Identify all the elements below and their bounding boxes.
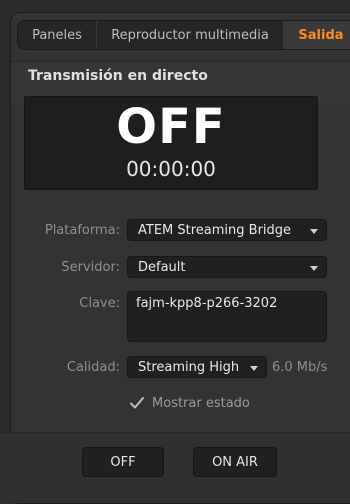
stream-key-value: fajm-kpp8-p266-3202: [136, 296, 278, 311]
section-title: Transmisión en directo: [28, 68, 208, 84]
on-air-button-label: ON AIR: [212, 454, 258, 470]
quality-label: Calidad:: [66, 360, 120, 375]
chevron-down-icon: [310, 266, 318, 271]
key-label: Clave:: [79, 296, 120, 311]
platform-value: ATEM Streaming Bridge: [138, 222, 292, 238]
stream-key-field[interactable]: fajm-kpp8-p266-3202: [127, 291, 327, 342]
quality-value: Streaming High: [138, 359, 240, 375]
server-value: Default: [138, 259, 186, 275]
platform-label: Plataforma:: [44, 223, 120, 238]
off-button-label: OFF: [110, 454, 136, 470]
off-button[interactable]: OFF: [82, 447, 164, 477]
tab-reproductor-multimedia[interactable]: Reproductor multimedia: [97, 21, 284, 49]
chevron-down-icon: [310, 229, 318, 234]
footer-bar: [0, 433, 350, 503]
server-label: Servidor:: [61, 260, 120, 275]
tab-label: Paneles: [32, 27, 82, 43]
tab-bar: Paneles Reproductor multimedia Salida: [17, 20, 350, 50]
bitrate-readout: 6.0 Mb/s: [272, 360, 328, 375]
show-status-checkbox[interactable]: Mostrar estado: [128, 393, 250, 413]
quality-dropdown[interactable]: Streaming High: [127, 356, 267, 378]
chevron-down-icon: [250, 366, 258, 371]
server-dropdown[interactable]: Default: [127, 256, 327, 278]
stream-status-display: OFF 00:00:00: [24, 96, 318, 190]
tab-salida[interactable]: Salida: [284, 21, 350, 49]
tab-paneles[interactable]: Paneles: [18, 21, 97, 49]
checkmark-icon: [128, 394, 146, 412]
tab-label: Reproductor multimedia: [111, 27, 269, 43]
tab-label: Salida: [298, 27, 344, 43]
stream-state: OFF: [116, 99, 226, 155]
on-air-button[interactable]: ON AIR: [193, 447, 277, 477]
platform-dropdown[interactable]: ATEM Streaming Bridge: [127, 219, 327, 241]
show-status-label: Mostrar estado: [152, 395, 250, 411]
stream-timer: 00:00:00: [126, 157, 216, 181]
